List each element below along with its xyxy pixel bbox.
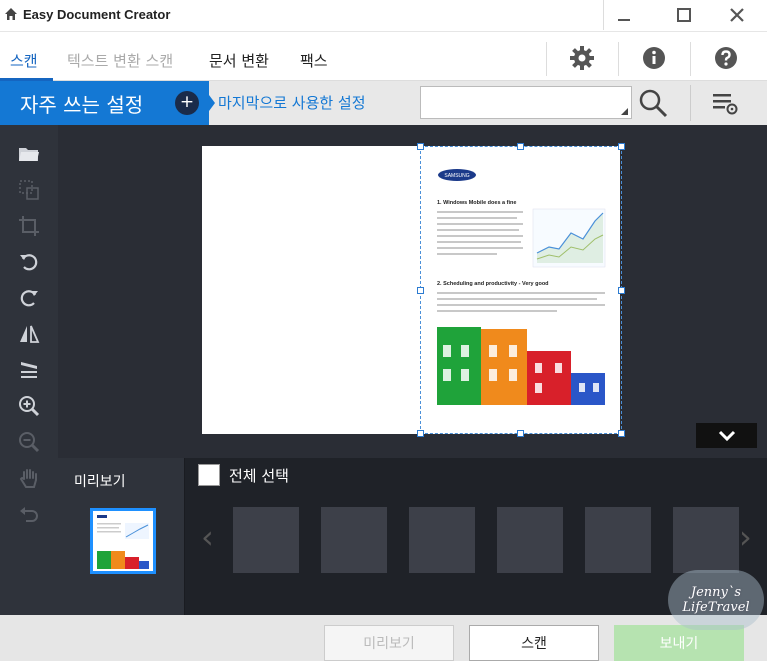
add-favorite-button[interactable]: + — [175, 91, 199, 115]
logo-text: SAMSUNG — [444, 173, 469, 179]
thumbnail-slot[interactable] — [497, 507, 563, 573]
main-tabs: 스캔 텍스트 변환 스캔 문서 변환 팩스 — [0, 32, 767, 81]
thumbnail-area: 미리보기 전체 선택 ‹ › — [58, 458, 767, 615]
crop-icon — [19, 216, 39, 236]
divider — [546, 42, 547, 76]
close-button[interactable] — [717, 0, 757, 30]
scroll-right-icon[interactable]: › — [739, 518, 752, 556]
select-area-icon — [19, 180, 39, 200]
left-toolbar — [0, 125, 58, 615]
resize-handle[interactable] — [417, 143, 424, 150]
preview-button[interactable]: 미리보기 — [324, 625, 454, 661]
deskew-button[interactable] — [16, 357, 42, 383]
select-all-label: 전체 선택 — [229, 466, 289, 485]
resize-handle[interactable] — [618, 143, 625, 150]
zoom-out-icon — [19, 432, 40, 453]
scan-button[interactable]: 스캔 — [469, 625, 599, 661]
hand-icon — [19, 469, 37, 488]
select-all[interactable]: 전체 선택 — [198, 464, 289, 486]
thumbnail-graphic — [97, 515, 149, 569]
help-icon — [715, 47, 737, 69]
select-all-checkbox[interactable] — [198, 464, 220, 486]
window-title: Easy Document Creator — [23, 7, 171, 22]
resize-handle[interactable] — [517, 143, 524, 150]
scan-work-area: SAMSUNG 1. Windows Mobile does a fine 2.… — [58, 125, 767, 458]
tab-fax[interactable]: 팩스 — [300, 50, 328, 71]
flip-icon — [20, 325, 40, 343]
divider — [618, 42, 619, 76]
tab-scan[interactable]: 스캔 — [10, 50, 38, 71]
settings-search-combo[interactable] — [420, 86, 632, 119]
last-used-settings-link[interactable]: 마지막으로 사용한 설정 — [218, 92, 366, 113]
select-area-button[interactable] — [16, 177, 42, 203]
resize-handle[interactable] — [417, 430, 424, 437]
preset-bar: 자주 쓰는 설정 + 마지막으로 사용한 설정 — [0, 81, 767, 125]
scanned-page: SAMSUNG 1. Windows Mobile does a fine 2.… — [202, 143, 625, 437]
divider — [690, 85, 691, 121]
thumbnail-slot[interactable] — [409, 507, 475, 573]
zoom-out-button[interactable] — [16, 429, 42, 455]
minimize-icon — [617, 19, 630, 21]
rotate-left-button[interactable] — [16, 249, 42, 275]
expand-panel-button[interactable] — [696, 423, 757, 448]
pan-button[interactable] — [16, 465, 42, 491]
document-image: SAMSUNG 1. Windows Mobile does a fine 2.… — [437, 155, 607, 425]
help-button[interactable] — [708, 42, 744, 74]
chevron-down-icon — [718, 430, 735, 441]
settings-list-icon[interactable] — [710, 89, 740, 117]
thumbnail-slot[interactable] — [673, 507, 739, 573]
doc-heading-1: 1. Windows Mobile does a fine — [437, 200, 516, 206]
watermark-line-1: Jenny`s — [690, 585, 742, 600]
maximize-icon — [677, 8, 691, 22]
thumbnail-slot[interactable] — [321, 507, 387, 573]
open-folder-button[interactable] — [16, 141, 42, 167]
undo-button[interactable] — [16, 501, 42, 527]
maximize-button[interactable] — [664, 0, 704, 30]
resize-handle[interactable] — [618, 430, 625, 437]
minimize-button[interactable] — [603, 0, 643, 30]
scroll-left-icon[interactable]: ‹ — [201, 518, 214, 556]
settings-button[interactable] — [564, 42, 600, 74]
home-icon[interactable] — [4, 7, 18, 21]
resize-handle[interactable] — [517, 430, 524, 437]
thumbnail-slot[interactable] — [585, 507, 651, 573]
rotate-right-button[interactable] — [16, 285, 42, 311]
resize-handle[interactable] — [417, 287, 424, 294]
deskew-icon — [21, 362, 37, 378]
thumbnail-slot[interactable] — [233, 507, 299, 573]
zoom-in-icon — [19, 396, 40, 417]
flip-button[interactable] — [16, 321, 42, 347]
preview-thumbnail[interactable] — [90, 508, 156, 574]
tab-ocr-scan[interactable]: 텍스트 변환 스캔 — [67, 50, 173, 71]
preview-label: 미리보기 — [74, 474, 126, 490]
title-bar: Easy Document Creator — [0, 0, 767, 32]
favorite-settings-button[interactable]: 자주 쓰는 설정 + — [0, 81, 209, 125]
divider — [690, 42, 691, 76]
footer-bar: 미리보기 스캔 보내기 — [0, 615, 767, 661]
favorite-settings-label: 자주 쓰는 설정 — [20, 92, 144, 117]
folder-icon — [19, 148, 39, 161]
search-icon[interactable] — [637, 87, 669, 119]
preview-pane: 미리보기 — [58, 458, 185, 615]
watermark: Jenny`s LifeTravel — [668, 570, 764, 630]
fav-arrow — [209, 95, 215, 111]
crop-button[interactable] — [16, 213, 42, 239]
document-graphic: SAMSUNG 1. Windows Mobile does a fine 2.… — [437, 169, 606, 405]
resize-handle[interactable] — [618, 287, 625, 294]
close-icon — [730, 8, 744, 22]
selection-box[interactable]: SAMSUNG 1. Windows Mobile does a fine 2.… — [417, 143, 625, 437]
tab-document-convert[interactable]: 문서 변환 — [209, 50, 269, 71]
gear-icon — [570, 46, 594, 70]
doc-heading-2: 2. Scheduling and productivity - Very go… — [437, 281, 549, 287]
undo-icon — [20, 507, 38, 522]
zoom-in-button[interactable] — [16, 393, 42, 419]
info-button[interactable] — [636, 42, 672, 74]
info-icon — [643, 47, 665, 69]
combo-dropdown-icon — [621, 108, 628, 115]
rotate-right-icon — [20, 290, 38, 307]
watermark-line-2: LifeTravel — [682, 600, 750, 615]
rotate-left-icon — [20, 254, 38, 271]
send-button[interactable]: 보내기 — [614, 625, 744, 661]
